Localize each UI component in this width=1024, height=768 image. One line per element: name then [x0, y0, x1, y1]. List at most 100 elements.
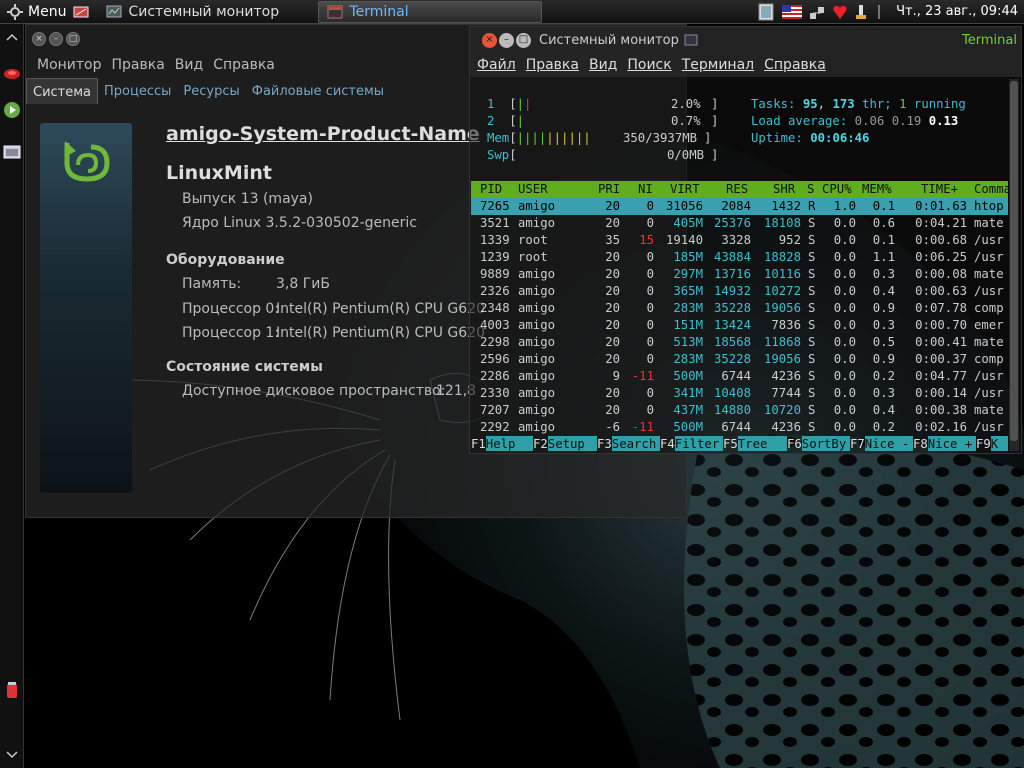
volume-icon[interactable]: [874, 3, 884, 21]
cell-ni: 15: [639, 233, 654, 247]
keyboard-layout-us-flag-icon[interactable]: [782, 4, 803, 19]
table-row[interactable]: 7207 amigo 20 0 437M 14880 10720 S 0.0 0.4 0:00.38…: [471, 402, 1008, 419]
mint-menu-icon: [7, 3, 23, 20]
fkey-f5[interactable]: F5: [723, 436, 738, 451]
col-cpu[interactable]: CPU%: [822, 181, 852, 198]
launcher-window-icon[interactable]: [2, 142, 22, 162]
table-row[interactable]: 2298 amigo 20 0 513M 18568 11868 S 0.0 0.5 0:00.41…: [471, 334, 1008, 351]
menu-terminal[interactable]: Терминал: [677, 57, 759, 73]
cell-user: amigo: [518, 318, 556, 332]
col-command[interactable]: Command: [974, 181, 1008, 198]
cell-virt: 365M: [673, 284, 703, 298]
launcher-jar-icon[interactable]: [2, 680, 22, 700]
menu-help[interactable]: Справка: [208, 57, 280, 73]
fkey-f7-label[interactable]: Nice -: [864, 436, 913, 451]
fkey-f1[interactable]: F1: [471, 436, 486, 451]
notes-icon[interactable]: [756, 2, 776, 22]
col-state[interactable]: S: [807, 181, 814, 198]
col-mem[interactable]: MEM%: [862, 181, 892, 198]
tab-filesystems[interactable]: Файловые системы: [246, 80, 390, 103]
menu-edit[interactable]: Правка: [107, 57, 170, 73]
close-icon[interactable]: ×: [482, 32, 497, 48]
col-time[interactable]: TIME+: [921, 181, 958, 198]
table-row[interactable]: 2326 amigo 20 0 365M 14932 10272 S 0.0 0.4 0:00.63…: [471, 283, 1008, 300]
menu-view[interactable]: Вид: [170, 57, 208, 73]
fkey-f6-label[interactable]: SortBy: [801, 436, 850, 451]
fkey-f6[interactable]: F6: [787, 436, 802, 451]
tab-resources[interactable]: Ресурсы: [177, 80, 245, 103]
cell-cpu: 0.0: [833, 233, 856, 247]
fkey-f2-label[interactable]: Setup: [547, 436, 597, 451]
notification-heart-icon[interactable]: [832, 3, 848, 21]
menu-monitor[interactable]: Монитор: [32, 57, 107, 73]
process-table-header[interactable]: PID USER PRI NI VIRT RES SHR S CPU% MEM%…: [471, 181, 1008, 198]
table-row[interactable]: 2330 amigo 20 0 341M 10408 7744 S 0.0 0.3 0:00.14 /…: [471, 385, 1008, 402]
taskbar-item-terminal[interactable]: Terminal: [318, 0, 543, 23]
launcher-red-swirl-icon[interactable]: [2, 64, 22, 84]
fkey-f7[interactable]: F7: [850, 436, 865, 451]
fkey-f3[interactable]: F3: [597, 436, 612, 451]
minimize-icon[interactable]: –: [49, 32, 63, 46]
fkey-f8-label[interactable]: Nice +: [927, 436, 976, 451]
col-pri[interactable]: PRI: [598, 181, 620, 198]
cell-res: 43884: [713, 250, 751, 264]
updates-icon[interactable]: [854, 3, 868, 21]
col-pid[interactable]: PID: [480, 181, 502, 198]
menu-view[interactable]: Вид: [584, 57, 622, 73]
table-row[interactable]: 2292 amigo -6 -11 500M 6744 4236 S 0.0 0.2 0:02.16…: [471, 419, 1008, 436]
cell-cmd: mate: [974, 267, 1004, 281]
fkey-f8[interactable]: F8: [913, 436, 928, 451]
launcher-play-icon[interactable]: [2, 100, 22, 120]
clock[interactable]: Чт., 23 авг., 09:44: [896, 4, 1018, 19]
close-icon[interactable]: ×: [32, 32, 46, 46]
fkey-f9-label[interactable]: K: [990, 436, 1008, 451]
scrollbar-thumb[interactable]: [1010, 81, 1018, 441]
network-icon[interactable]: [808, 3, 826, 21]
htop-output[interactable]: 1 [|| 2.0% ] 2 [| 0.7% ] Mem[|||||||||| …: [471, 79, 1008, 451]
maximize-icon[interactable]: □: [516, 32, 531, 48]
col-ni[interactable]: NI: [638, 181, 653, 198]
fkey-f2[interactable]: F2: [533, 436, 548, 451]
menu-search[interactable]: Поиск: [622, 57, 676, 73]
fkey-f1-label[interactable]: Help: [485, 436, 533, 451]
table-row[interactable]: 3521 amigo 20 0 405M 25376 18108 S 0.0 0.6 0:04.21…: [471, 215, 1008, 232]
table-row[interactable]: 1239 root 20 0 185M 43884 18828 S 0.0 1.1 0:06.25 /…: [471, 249, 1008, 266]
col-virt[interactable]: VIRT: [670, 181, 700, 198]
fkey-f4[interactable]: F4: [660, 436, 675, 451]
chevron-up-icon[interactable]: [2, 28, 22, 48]
cell-pid: 3521: [480, 216, 510, 230]
terminal-scrollbar[interactable]: [1009, 79, 1019, 451]
table-row[interactable]: 2286 amigo 9 -11 500M 6744 4236 S 0.0 0.2 0:04.77 /…: [471, 368, 1008, 385]
col-user[interactable]: USER: [518, 181, 548, 198]
fkey-f9[interactable]: F9: [976, 436, 991, 451]
cell-virt: 500M: [673, 369, 703, 383]
terminal-titlebar[interactable]: × – □ Системный монитор Terminal: [470, 27, 1021, 53]
col-shr[interactable]: SHR: [773, 181, 795, 198]
minimize-icon[interactable]: –: [499, 32, 514, 48]
cell-virt: 151M: [673, 318, 703, 332]
fkey-f4-label[interactable]: Filter: [674, 436, 723, 451]
chevron-down-icon[interactable]: [2, 744, 22, 764]
cell-cpu: 0.0: [833, 369, 856, 383]
cell-pid: 2292: [480, 420, 510, 434]
menu-help[interactable]: Справка: [759, 57, 831, 73]
table-row[interactable]: 4003 amigo 20 0 151M 13424 7836 S 0.0 0.3 0:00.70 e…: [471, 317, 1008, 334]
menu-edit[interactable]: Правка: [521, 57, 584, 73]
col-res[interactable]: RES: [726, 181, 748, 198]
main-menu-button[interactable]: Menu: [0, 0, 72, 24]
maximize-icon[interactable]: □: [66, 32, 80, 46]
taskbar-item-system-monitor[interactable]: Системный монитор: [98, 1, 318, 23]
table-row[interactable]: 2596 amigo 20 0 283M 35228 19056 S 0.0 0.9 0:00.37…: [471, 351, 1008, 368]
table-row[interactable]: 9889 amigo 20 0 297M 13716 10116 S 0.0 0.3 0:00.08…: [471, 266, 1008, 283]
cell-pri: 20: [605, 386, 620, 400]
tab-system[interactable]: Система: [26, 78, 99, 104]
table-row[interactable]: 1339 root 35 15 19140 3328 952 S 0.0 0.1 0:00.68/u…: [471, 232, 1008, 249]
fkey-f3-label[interactable]: Search: [611, 436, 660, 451]
fkey-f5-label[interactable]: Tree: [737, 436, 787, 451]
cell-pri: 20: [605, 284, 620, 298]
menu-file[interactable]: Файл: [472, 57, 521, 73]
show-desktop-icon[interactable]: [72, 4, 92, 20]
table-row[interactable]: 7265 amigo 20 0 31056 2084 1432 R 1.0 0.1 0:01.63 h…: [471, 198, 1008, 215]
tab-processes[interactable]: Процессы: [98, 80, 177, 103]
table-row[interactable]: 2348 amigo 20 0 283M 35228 19056 S 0.0 0.9 0:07.78…: [471, 300, 1008, 317]
